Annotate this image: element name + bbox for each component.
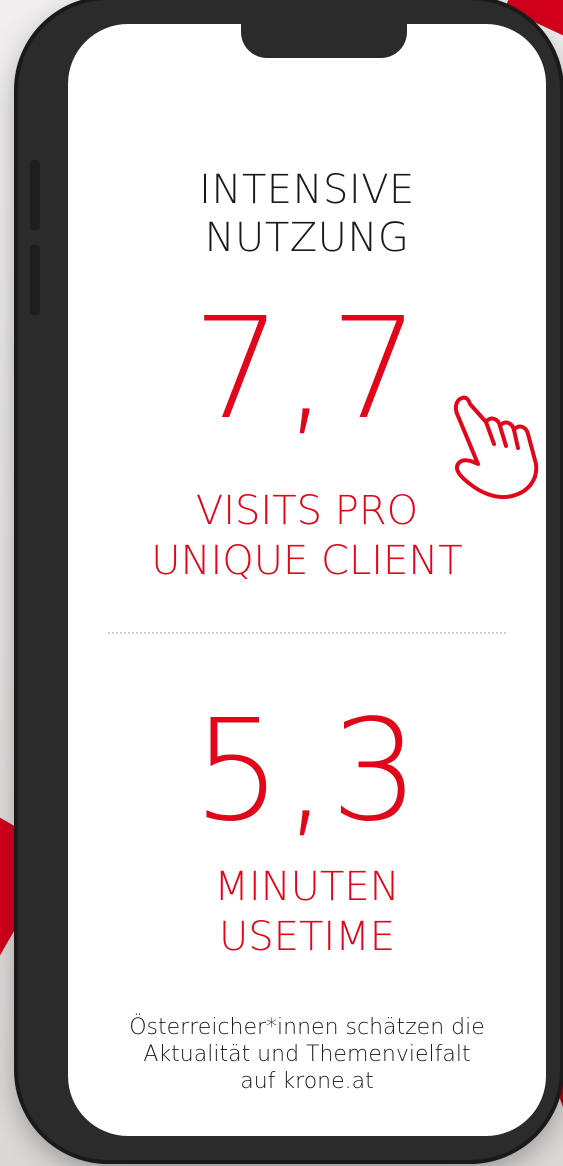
stat-label-line: USETIME (219, 914, 395, 960)
headline-line: NUTZUNG (204, 215, 410, 261)
usetime-stat-value: 5,3 (192, 690, 422, 853)
screen-content: INTENSIVE NUTZUNG 7,7 VISITS PRO UNIQUE … (68, 24, 546, 1136)
footnote-line: Aktualität und Themenvielfalt (143, 1042, 471, 1067)
phone-side-button (30, 245, 40, 315)
headline: INTENSIVE NUTZUNG (68, 166, 546, 262)
visits-stat-label: VISITS PRO UNIQUE CLIENT (68, 486, 546, 586)
footnote: Österreicher*innen schätzen die Aktualit… (88, 1014, 526, 1095)
phone-side-button (30, 160, 40, 230)
infographic-stage: INTENSIVE NUTZUNG 7,7 VISITS PRO UNIQUE … (0, 0, 563, 1166)
footnote-line: Österreicher*innen schätzen die (129, 1015, 485, 1040)
phone-screen: INTENSIVE NUTZUNG 7,7 VISITS PRO UNIQUE … (68, 24, 546, 1136)
stat-label-line: MINUTEN (214, 864, 400, 910)
stat-label-line: UNIQUE CLIENT (151, 538, 463, 584)
headline-line: INTENSIVE (199, 167, 415, 213)
section-divider (108, 632, 506, 634)
phone-frame: INTENSIVE NUTZUNG 7,7 VISITS PRO UNIQUE … (18, 0, 560, 1160)
stat-label-line: VISITS PRO (195, 488, 419, 534)
usetime-stat-label: MINUTEN USETIME (68, 862, 546, 962)
footnote-line: auf krone.at (240, 1069, 374, 1094)
